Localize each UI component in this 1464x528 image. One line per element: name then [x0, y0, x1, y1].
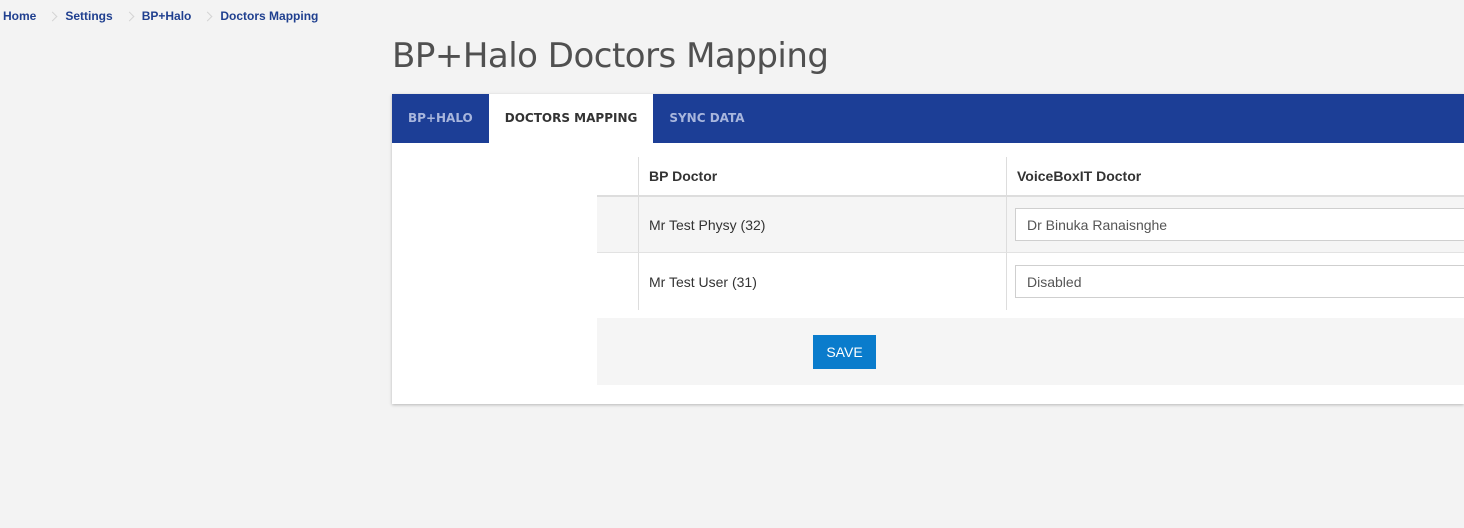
page-title: BP+Halo Doctors Mapping [392, 36, 829, 76]
breadcrumb-chevron-icon [124, 11, 135, 21]
form-actions-bar: SAVE [597, 318, 1464, 385]
table-row: Mr Test User (31) Disabled [597, 253, 1464, 310]
bp-doctor-cell: Mr Test User (31) [639, 253, 1007, 310]
mapping-panel: BP+HALO DOCTORS MAPPING SYNC DATA BP Doc… [392, 94, 1464, 404]
breadcrumb-doctors-mapping-link[interactable]: Doctors Mapping [220, 9, 318, 23]
tab-bar: BP+HALO DOCTORS MAPPING SYNC DATA [392, 94, 1464, 143]
column-header-voiceboxit-doctor: VoiceBoxIT Doctor [1007, 157, 1464, 197]
tab-bphalo[interactable]: BP+HALO [392, 94, 489, 143]
voiceboxit-doctor-select[interactable]: Dr Binuka Ranaisnghe [1015, 208, 1464, 241]
table-header-spacer [597, 157, 639, 197]
row-spacer-cell [597, 253, 639, 310]
breadcrumb-bphalo-link[interactable]: BP+Halo [142, 9, 192, 23]
column-header-bp-doctor: BP Doctor [639, 157, 1007, 197]
breadcrumb-home-link[interactable]: Home [3, 9, 36, 23]
tab-sync-data[interactable]: SYNC DATA [653, 94, 760, 143]
bp-doctor-cell: Mr Test Physy (32) [639, 197, 1007, 253]
voiceboxit-doctor-select[interactable]: Disabled [1015, 265, 1464, 298]
row-spacer-cell [597, 197, 639, 253]
table-header-row: BP Doctor VoiceBoxIT Doctor [597, 157, 1464, 197]
doctors-mapping-table: BP Doctor VoiceBoxIT Doctor Mr Test Phys… [597, 157, 1464, 385]
save-button[interactable]: SAVE [813, 335, 876, 369]
breadcrumb-settings-link[interactable]: Settings [65, 9, 112, 23]
table-row: Mr Test Physy (32) Dr Binuka Ranaisnghe [597, 197, 1464, 253]
breadcrumb: Home Settings BP+Halo Doctors Mapping [3, 9, 318, 23]
breadcrumb-chevron-icon [202, 11, 213, 21]
voiceboxit-doctor-cell: Disabled [1007, 253, 1464, 310]
voiceboxit-doctor-cell: Dr Binuka Ranaisnghe [1007, 197, 1464, 253]
tab-doctors-mapping[interactable]: DOCTORS MAPPING [488, 94, 654, 143]
breadcrumb-chevron-icon [47, 11, 58, 21]
